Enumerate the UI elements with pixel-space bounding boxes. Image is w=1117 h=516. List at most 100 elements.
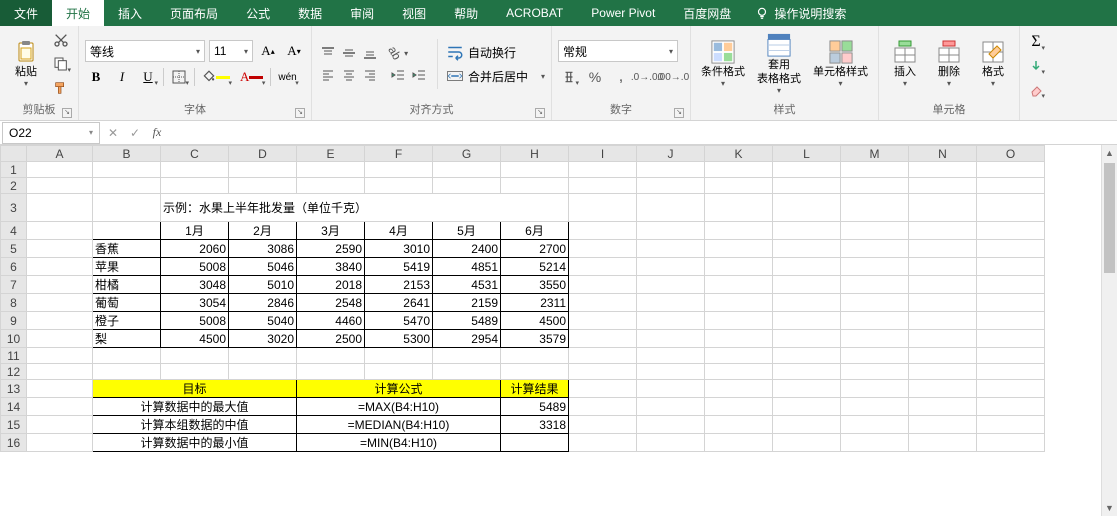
cell[interactable]: 4851 bbox=[433, 258, 501, 276]
row-header[interactable]: 10 bbox=[1, 330, 27, 348]
cell[interactable] bbox=[27, 194, 93, 222]
cell[interactable] bbox=[909, 312, 977, 330]
cell[interactable] bbox=[977, 178, 1045, 194]
cell[interactable]: 5470 bbox=[365, 312, 433, 330]
cell[interactable] bbox=[27, 222, 93, 240]
cell[interactable]: 3550 bbox=[501, 276, 569, 294]
cell[interactable] bbox=[773, 364, 841, 380]
font-color-button[interactable]: A▾ bbox=[237, 66, 266, 88]
cell[interactable] bbox=[705, 434, 773, 452]
cell[interactable] bbox=[773, 294, 841, 312]
border-button[interactable]: ▾ bbox=[168, 66, 190, 88]
row-header[interactable]: 8 bbox=[1, 294, 27, 312]
cell[interactable] bbox=[27, 294, 93, 312]
autosum-button[interactable]: Σ▾ bbox=[1026, 31, 1046, 53]
cell[interactable]: 5040 bbox=[229, 312, 297, 330]
cell[interactable]: 5419 bbox=[365, 258, 433, 276]
cell[interactable] bbox=[977, 312, 1045, 330]
cell[interactable] bbox=[569, 330, 637, 348]
tab-acrobat[interactable]: ACROBAT bbox=[492, 0, 577, 26]
format-as-table-button[interactable]: 套用 表格格式▾ bbox=[753, 31, 805, 96]
row-header[interactable]: 9 bbox=[1, 312, 27, 330]
orientation-button[interactable]: ab▾ bbox=[388, 43, 408, 63]
column-header[interactable]: H bbox=[501, 146, 569, 162]
worksheet-grid[interactable]: ABCDEFGHIJKLMNO123示例：水果上半年批发量（单位千克）41月2月… bbox=[0, 145, 1117, 516]
font-size-combo[interactable]: 11▾ bbox=[209, 40, 253, 62]
bold-button[interactable]: B bbox=[85, 66, 107, 88]
cell[interactable]: 2400 bbox=[433, 240, 501, 258]
cell[interactable]: 4500 bbox=[161, 330, 229, 348]
insert-function-button[interactable]: fx bbox=[146, 122, 168, 144]
cell[interactable] bbox=[637, 222, 705, 240]
cell[interactable] bbox=[433, 162, 501, 178]
tab-file[interactable]: 文件 bbox=[0, 0, 52, 26]
cell[interactable] bbox=[977, 162, 1045, 178]
cell[interactable] bbox=[773, 258, 841, 276]
cell[interactable] bbox=[909, 294, 977, 312]
cell[interactable] bbox=[501, 178, 569, 194]
cell[interactable] bbox=[909, 434, 977, 452]
column-header[interactable]: K bbox=[705, 146, 773, 162]
cell[interactable] bbox=[501, 162, 569, 178]
cell[interactable]: 3010 bbox=[365, 240, 433, 258]
cell[interactable] bbox=[229, 162, 297, 178]
format-painter-button[interactable] bbox=[50, 77, 72, 99]
row-header[interactable]: 5 bbox=[1, 240, 27, 258]
cell[interactable] bbox=[297, 162, 365, 178]
cell[interactable] bbox=[433, 364, 501, 380]
cell[interactable] bbox=[229, 364, 297, 380]
wrap-text-button[interactable]: 自动换行 bbox=[446, 41, 545, 63]
cell[interactable] bbox=[977, 222, 1045, 240]
align-bottom-button[interactable] bbox=[360, 43, 380, 63]
accounting-format-button[interactable]: ▾ bbox=[558, 66, 580, 88]
cell[interactable] bbox=[841, 162, 909, 178]
cell[interactable]: 2846 bbox=[229, 294, 297, 312]
cell[interactable] bbox=[705, 380, 773, 398]
cell[interactable] bbox=[909, 162, 977, 178]
cell[interactable] bbox=[773, 240, 841, 258]
cell[interactable] bbox=[297, 178, 365, 194]
number-launcher[interactable]: ↘ bbox=[674, 108, 684, 118]
cell[interactable] bbox=[773, 330, 841, 348]
row-header[interactable]: 11 bbox=[1, 348, 27, 364]
cell[interactable] bbox=[773, 222, 841, 240]
cell[interactable] bbox=[909, 276, 977, 294]
cell[interactable] bbox=[27, 364, 93, 380]
cell[interactable] bbox=[637, 312, 705, 330]
cell[interactable] bbox=[841, 178, 909, 194]
cell[interactable]: 5300 bbox=[365, 330, 433, 348]
cell[interactable] bbox=[27, 162, 93, 178]
cell[interactable] bbox=[909, 348, 977, 364]
increase-decimal-button[interactable]: .0→.00 bbox=[636, 66, 658, 88]
cell[interactable] bbox=[909, 194, 977, 222]
cell[interactable] bbox=[637, 330, 705, 348]
cell[interactable] bbox=[27, 258, 93, 276]
fill-button[interactable]: ▾ bbox=[1026, 55, 1046, 77]
column-header[interactable]: G bbox=[433, 146, 501, 162]
scroll-thumb[interactable] bbox=[1104, 163, 1115, 273]
cell[interactable]: 葡萄 bbox=[93, 294, 161, 312]
cell[interactable] bbox=[705, 398, 773, 416]
paste-button[interactable]: 粘贴 ▾ bbox=[6, 38, 46, 90]
cell[interactable] bbox=[569, 312, 637, 330]
cell[interactable] bbox=[841, 222, 909, 240]
cell[interactable]: 3318 bbox=[501, 416, 569, 434]
cell[interactable] bbox=[705, 276, 773, 294]
cell[interactable] bbox=[909, 398, 977, 416]
cell[interactable] bbox=[977, 240, 1045, 258]
column-header[interactable]: O bbox=[977, 146, 1045, 162]
cell[interactable] bbox=[501, 364, 569, 380]
row-header[interactable]: 12 bbox=[1, 364, 27, 380]
tab-help[interactable]: 帮助 bbox=[440, 0, 492, 26]
cell[interactable] bbox=[637, 240, 705, 258]
cell[interactable] bbox=[705, 312, 773, 330]
cell-styles-button[interactable]: 单元格样式▾ bbox=[809, 38, 872, 90]
column-header[interactable]: E bbox=[297, 146, 365, 162]
cell[interactable] bbox=[569, 222, 637, 240]
cell[interactable] bbox=[569, 398, 637, 416]
cell[interactable] bbox=[569, 380, 637, 398]
cell[interactable] bbox=[705, 178, 773, 194]
cell[interactable] bbox=[569, 258, 637, 276]
cell[interactable] bbox=[909, 240, 977, 258]
cell[interactable] bbox=[705, 240, 773, 258]
